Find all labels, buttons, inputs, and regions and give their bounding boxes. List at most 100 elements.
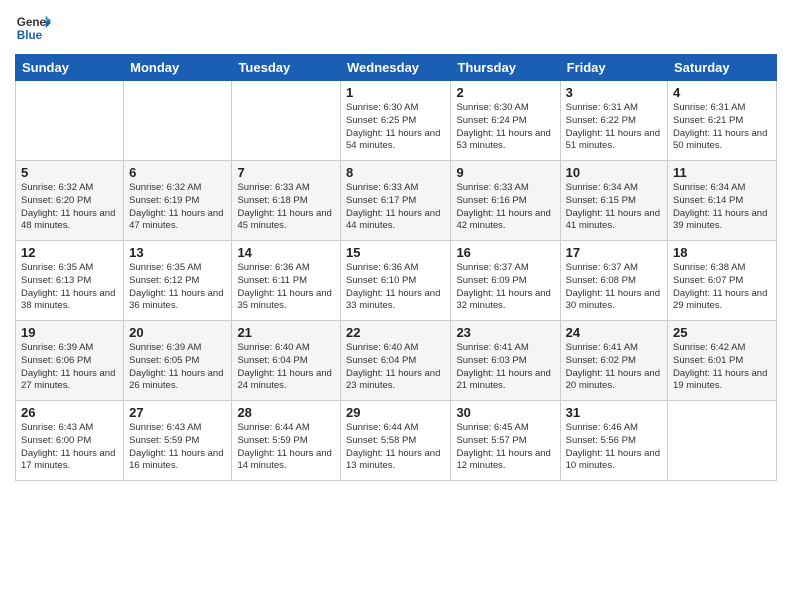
calendar-header-wednesday: Wednesday (341, 55, 451, 81)
day-info: Sunrise: 6:36 AM Sunset: 6:11 PM Dayligh… (237, 262, 335, 313)
calendar-cell: 12 Sunrise: 6:35 AM Sunset: 6:13 PM Dayli… (16, 241, 124, 321)
calendar-cell: 9 Sunrise: 6:33 AM Sunset: 6:16 PM Daylig… (451, 161, 560, 241)
calendar-header-monday: Monday (124, 55, 232, 81)
day-info: Sunrise: 6:30 AM Sunset: 6:25 PM Dayligh… (346, 102, 445, 153)
calendar-cell: 28 Sunrise: 6:44 AM Sunset: 5:59 PM Dayli… (232, 401, 341, 481)
day-number: 13 (129, 245, 226, 260)
calendar-cell: 5Sunrise: 6:32 AM Sunset: 6:20 PM Daylig… (16, 161, 124, 241)
calendar-cell: 22 Sunrise: 6:40 AM Sunset: 6:04 PM Dayli… (341, 321, 451, 401)
calendar-week-4: 19 Sunrise: 6:39 AM Sunset: 6:06 PM Dayli… (16, 321, 777, 401)
calendar-cell: 19 Sunrise: 6:39 AM Sunset: 6:06 PM Dayli… (16, 321, 124, 401)
day-number: 28 (237, 405, 335, 420)
day-info: Sunrise: 6:39 AM Sunset: 6:05 PM Dayligh… (129, 342, 226, 393)
calendar-cell: 31 Sunrise: 6:46 AM Sunset: 5:56 PM Dayli… (560, 401, 667, 481)
calendar-cell: 14 Sunrise: 6:36 AM Sunset: 6:11 PM Dayli… (232, 241, 341, 321)
day-number: 12 (21, 245, 118, 260)
day-number: 19 (21, 325, 118, 340)
calendar-cell: 6Sunrise: 6:32 AM Sunset: 6:19 PM Daylig… (124, 161, 232, 241)
day-number: 10 (566, 165, 662, 180)
day-info: Sunrise: 6:36 AM Sunset: 6:10 PM Dayligh… (346, 262, 445, 313)
day-info: Sunrise: 6:44 AM Sunset: 5:58 PM Dayligh… (346, 422, 445, 473)
svg-text:Blue: Blue (17, 29, 43, 42)
calendar-header-friday: Friday (560, 55, 667, 81)
calendar-cell: 11 Sunrise: 6:34 AM Sunset: 6:14 PM Dayli… (668, 161, 777, 241)
calendar-cell: 18 Sunrise: 6:38 AM Sunset: 6:07 PM Dayli… (668, 241, 777, 321)
day-info: Sunrise: 6:37 AM Sunset: 6:09 PM Dayligh… (456, 262, 554, 313)
day-info: Sunrise: 6:35 AM Sunset: 6:13 PM Dayligh… (21, 262, 118, 313)
calendar-header-tuesday: Tuesday (232, 55, 341, 81)
calendar-cell: 24 Sunrise: 6:41 AM Sunset: 6:02 PM Dayli… (560, 321, 667, 401)
calendar-cell: 17 Sunrise: 6:37 AM Sunset: 6:08 PM Dayli… (560, 241, 667, 321)
calendar-week-3: 12 Sunrise: 6:35 AM Sunset: 6:13 PM Dayli… (16, 241, 777, 321)
calendar-cell: 29 Sunrise: 6:44 AM Sunset: 5:58 PM Dayli… (341, 401, 451, 481)
calendar-header-sunday: Sunday (16, 55, 124, 81)
calendar-cell: 4 Sunrise: 6:31 AM Sunset: 6:21 PM Daylig… (668, 81, 777, 161)
day-number: 16 (456, 245, 554, 260)
day-number: 27 (129, 405, 226, 420)
calendar-cell: 25Sunrise: 6:42 AM Sunset: 6:01 PM Dayli… (668, 321, 777, 401)
day-info: Sunrise: 6:38 AM Sunset: 6:07 PM Dayligh… (673, 262, 771, 313)
day-number: 22 (346, 325, 445, 340)
calendar-table: SundayMondayTuesdayWednesdayThursdayFrid… (15, 54, 777, 481)
day-info: Sunrise: 6:37 AM Sunset: 6:08 PM Dayligh… (566, 262, 662, 313)
day-info: Sunrise: 6:31 AM Sunset: 6:22 PM Dayligh… (566, 102, 662, 153)
day-number: 8 (346, 165, 445, 180)
day-number: 4 (673, 85, 771, 100)
day-info: Sunrise: 6:40 AM Sunset: 6:04 PM Dayligh… (346, 342, 445, 393)
logo: General Blue (15, 10, 55, 46)
day-info: Sunrise: 6:33 AM Sunset: 6:16 PM Dayligh… (456, 182, 554, 233)
calendar-cell (16, 81, 124, 161)
calendar-cell: 15 Sunrise: 6:36 AM Sunset: 6:10 PM Dayli… (341, 241, 451, 321)
day-info: Sunrise: 6:33 AM Sunset: 6:17 PM Dayligh… (346, 182, 445, 233)
day-number: 6 (129, 165, 226, 180)
day-info: Sunrise: 6:41 AM Sunset: 6:02 PM Dayligh… (566, 342, 662, 393)
day-number: 15 (346, 245, 445, 260)
calendar-cell: 7 Sunrise: 6:33 AM Sunset: 6:18 PM Daylig… (232, 161, 341, 241)
day-number: 14 (237, 245, 335, 260)
day-info: Sunrise: 6:42 AM Sunset: 6:01 PM Dayligh… (673, 342, 771, 393)
day-info: Sunrise: 6:43 AM Sunset: 5:59 PM Dayligh… (129, 422, 226, 473)
day-info: Sunrise: 6:40 AM Sunset: 6:04 PM Dayligh… (237, 342, 335, 393)
day-number: 30 (456, 405, 554, 420)
day-info: Sunrise: 6:46 AM Sunset: 5:56 PM Dayligh… (566, 422, 662, 473)
day-number: 11 (673, 165, 771, 180)
calendar-cell: 23Sunrise: 6:41 AM Sunset: 6:03 PM Dayli… (451, 321, 560, 401)
day-number: 1 (346, 85, 445, 100)
calendar-cell: 27 Sunrise: 6:43 AM Sunset: 5:59 PM Dayli… (124, 401, 232, 481)
day-info: Sunrise: 6:34 AM Sunset: 6:14 PM Dayligh… (673, 182, 771, 233)
day-number: 29 (346, 405, 445, 420)
day-number: 9 (456, 165, 554, 180)
calendar-week-5: 26 Sunrise: 6:43 AM Sunset: 6:00 PM Dayli… (16, 401, 777, 481)
day-info: Sunrise: 6:43 AM Sunset: 6:00 PM Dayligh… (21, 422, 118, 473)
day-info: Sunrise: 6:39 AM Sunset: 6:06 PM Dayligh… (21, 342, 118, 393)
calendar-cell: 30Sunrise: 6:45 AM Sunset: 5:57 PM Dayli… (451, 401, 560, 481)
calendar-cell: 10 Sunrise: 6:34 AM Sunset: 6:15 PM Dayli… (560, 161, 667, 241)
calendar-cell: 8 Sunrise: 6:33 AM Sunset: 6:17 PM Daylig… (341, 161, 451, 241)
calendar-cell: 26 Sunrise: 6:43 AM Sunset: 6:00 PM Dayli… (16, 401, 124, 481)
page: General Blue SundayMondayTuesdayWednesda… (0, 0, 792, 612)
day-info: Sunrise: 6:44 AM Sunset: 5:59 PM Dayligh… (237, 422, 335, 473)
day-number: 2 (456, 85, 554, 100)
header: General Blue (15, 10, 777, 46)
calendar-cell: 16 Sunrise: 6:37 AM Sunset: 6:09 PM Dayli… (451, 241, 560, 321)
calendar-cell: 3Sunrise: 6:31 AM Sunset: 6:22 PM Daylig… (560, 81, 667, 161)
day-info: Sunrise: 6:31 AM Sunset: 6:21 PM Dayligh… (673, 102, 771, 153)
calendar-header-saturday: Saturday (668, 55, 777, 81)
day-number: 18 (673, 245, 771, 260)
calendar-cell (124, 81, 232, 161)
day-info: Sunrise: 6:34 AM Sunset: 6:15 PM Dayligh… (566, 182, 662, 233)
calendar-cell: 1 Sunrise: 6:30 AM Sunset: 6:25 PM Daylig… (341, 81, 451, 161)
calendar-cell (668, 401, 777, 481)
day-number: 31 (566, 405, 662, 420)
day-number: 7 (237, 165, 335, 180)
day-number: 21 (237, 325, 335, 340)
calendar-cell: 21 Sunrise: 6:40 AM Sunset: 6:04 PM Dayli… (232, 321, 341, 401)
calendar-header-thursday: Thursday (451, 55, 560, 81)
calendar-cell: 2Sunrise: 6:30 AM Sunset: 6:24 PM Daylig… (451, 81, 560, 161)
calendar-week-2: 5Sunrise: 6:32 AM Sunset: 6:20 PM Daylig… (16, 161, 777, 241)
day-number: 20 (129, 325, 226, 340)
day-number: 24 (566, 325, 662, 340)
day-number: 26 (21, 405, 118, 420)
day-number: 17 (566, 245, 662, 260)
day-info: Sunrise: 6:33 AM Sunset: 6:18 PM Dayligh… (237, 182, 335, 233)
